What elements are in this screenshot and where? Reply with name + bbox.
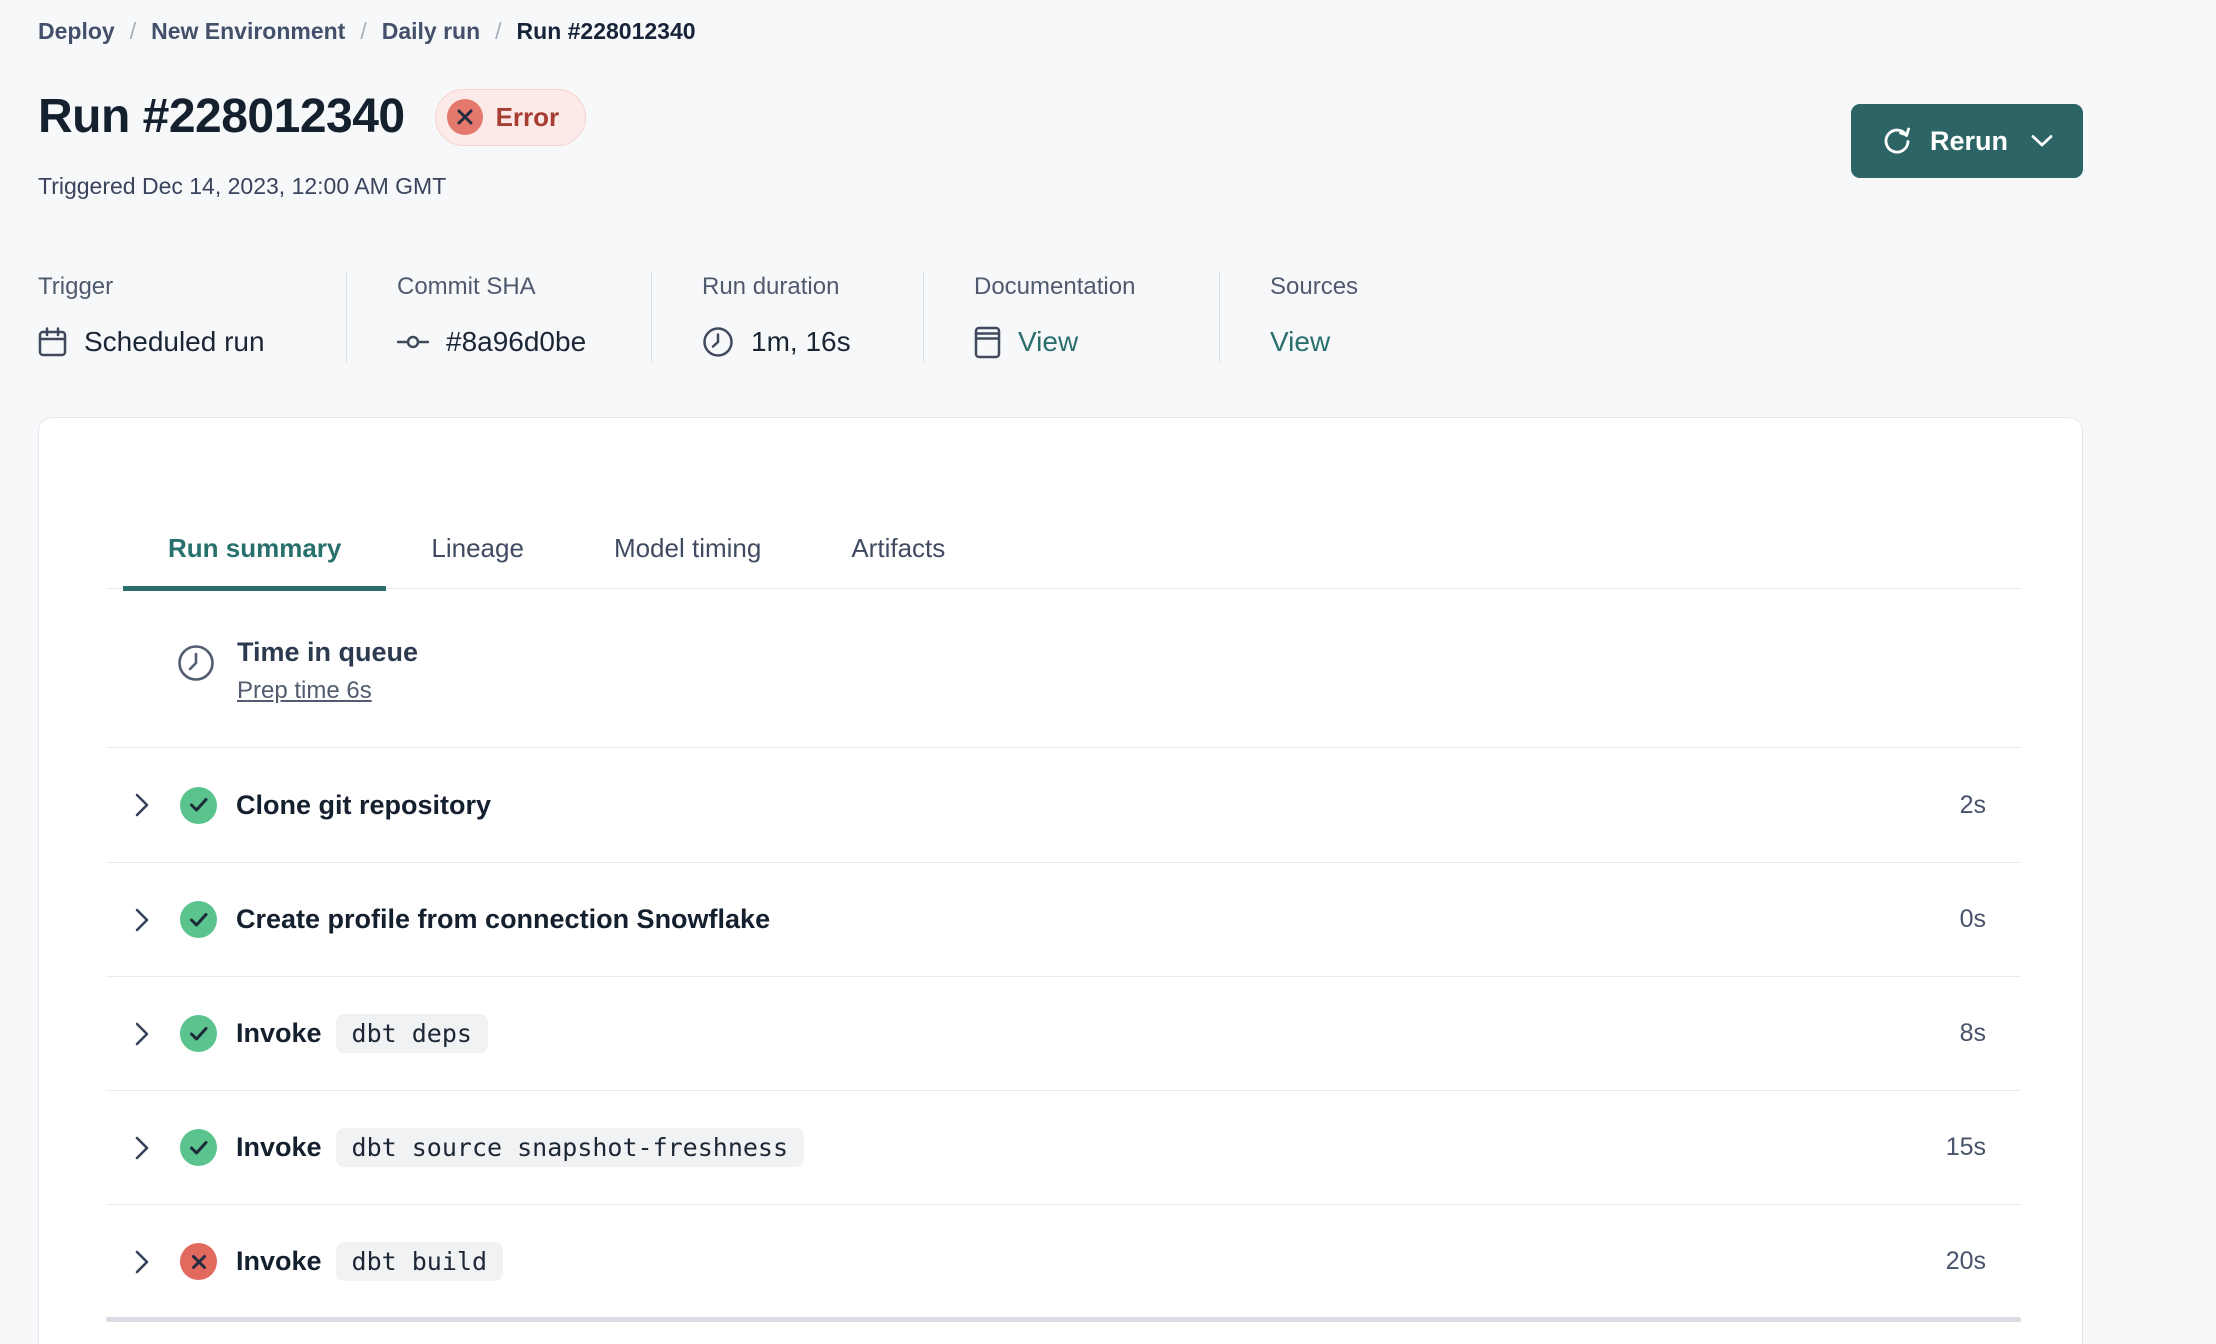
clock-icon bbox=[702, 326, 734, 358]
run-duration-value: 1m, 16s bbox=[751, 326, 851, 357]
commit-icon bbox=[397, 333, 429, 351]
run-detail-page: Deploy / New Environment / Daily run / R… bbox=[0, 0, 2216, 1344]
step-row-create-profile[interactable]: Create profile from connection Snowflake… bbox=[106, 862, 2021, 976]
bottom-divider bbox=[106, 1317, 2021, 1322]
breadcrumb-job[interactable]: Daily run bbox=[382, 16, 480, 46]
refresh-icon bbox=[1881, 125, 1913, 157]
success-check-icon bbox=[180, 786, 217, 824]
success-check-icon bbox=[180, 901, 217, 938]
docs-icon bbox=[974, 326, 1001, 359]
breadcrumb-current-run: Run #228012340 bbox=[516, 18, 696, 44]
meta-commit-sha: Commit SHA #8a96d0be bbox=[346, 272, 651, 362]
chevron-right-icon[interactable] bbox=[134, 1021, 150, 1047]
page-title: Run #228012340 bbox=[38, 90, 405, 143]
step-name: Invoke bbox=[236, 1246, 322, 1276]
step-name: Create profile from connection Snowflake bbox=[236, 904, 771, 934]
step-row-dbt-deps[interactable]: Invoke dbt deps 8s bbox=[106, 976, 2021, 1090]
tab-run-summary[interactable]: Run summary bbox=[123, 508, 387, 591]
step-row-dbt-build[interactable]: Invoke dbt build 20s bbox=[106, 1204, 2021, 1318]
meta-documentation: Documentation View bbox=[923, 272, 1219, 362]
step-duration: 20s bbox=[1945, 1247, 1986, 1275]
meta-run-duration: Run duration 1m, 16s bbox=[651, 272, 923, 362]
trigger-value: Scheduled run bbox=[84, 326, 265, 357]
success-check-icon bbox=[180, 1129, 217, 1166]
breadcrumb-deploy[interactable]: Deploy bbox=[38, 16, 115, 46]
calendar-icon bbox=[38, 326, 67, 358]
breadcrumb-separator: / bbox=[495, 18, 502, 44]
commit-sha-value: #8a96d0be bbox=[446, 326, 587, 357]
time-in-queue-section: Time in queue Prep time 6s bbox=[106, 589, 2021, 748]
step-name: Invoke bbox=[236, 1018, 322, 1048]
step-list: Clone git repository 2s Create profile f… bbox=[106, 748, 2021, 1322]
meta-label: Documentation bbox=[974, 273, 1136, 300]
command-chip: dbt source snapshot-freshness bbox=[335, 1128, 805, 1167]
step-duration: 2s bbox=[1959, 790, 1986, 819]
meta-label: Commit SHA bbox=[397, 273, 536, 300]
clock-icon bbox=[176, 643, 216, 683]
step-row-source-freshness[interactable]: Invoke dbt source snapshot-freshness 15s bbox=[106, 1090, 2021, 1204]
run-meta-strip: Trigger Scheduled run Commit SHA #8a96d0… bbox=[38, 272, 2083, 362]
chevron-down-icon[interactable] bbox=[2031, 134, 2053, 148]
rerun-button-label: Rerun bbox=[1929, 125, 2008, 156]
triggered-timestamp: Triggered Dec 14, 2023, 12:00 AM GMT bbox=[38, 173, 447, 199]
step-row-clone-git[interactable]: Clone git repository 2s bbox=[106, 748, 2021, 862]
meta-label: Sources bbox=[1270, 273, 1359, 300]
success-check-icon bbox=[180, 1015, 217, 1052]
command-chip: dbt deps bbox=[335, 1014, 488, 1053]
command-chip: dbt build bbox=[335, 1242, 504, 1281]
step-name: Clone git repository bbox=[236, 789, 492, 820]
chevron-right-icon[interactable] bbox=[134, 792, 150, 818]
chevron-right-icon[interactable] bbox=[134, 907, 150, 933]
error-x-icon bbox=[446, 99, 483, 135]
title-row: Run #228012340 Error bbox=[38, 86, 2083, 148]
chevron-right-icon[interactable] bbox=[134, 1249, 150, 1275]
step-name: Invoke bbox=[236, 1132, 322, 1162]
meta-trigger: Trigger Scheduled run bbox=[38, 272, 346, 362]
meta-sources: Sources View bbox=[1219, 272, 1378, 362]
rerun-button[interactable]: Rerun bbox=[1850, 104, 2083, 178]
status-badge: Error bbox=[434, 88, 587, 146]
step-duration: 8s bbox=[1959, 1019, 1986, 1047]
run-summary-card: Run summary Lineage Model timing Artifac… bbox=[38, 417, 2083, 1344]
step-duration: 0s bbox=[1959, 905, 1986, 933]
tab-model-timing[interactable]: Model timing bbox=[569, 508, 806, 588]
breadcrumb-separator: / bbox=[129, 18, 137, 44]
queue-title: Time in queue bbox=[237, 637, 419, 667]
chevron-right-icon[interactable] bbox=[134, 1135, 150, 1161]
breadcrumb: Deploy / New Environment / Daily run / R… bbox=[38, 16, 2083, 46]
tab-artifacts[interactable]: Artifacts bbox=[806, 508, 990, 588]
documentation-view-link[interactable]: View bbox=[1018, 322, 1078, 362]
prep-time-link[interactable]: Prep time 6s bbox=[237, 675, 372, 707]
meta-label: Trigger bbox=[38, 273, 114, 300]
tab-bar: Run summary Lineage Model timing Artifac… bbox=[106, 508, 2021, 591]
step-duration: 15s bbox=[1945, 1133, 1986, 1161]
error-x-icon bbox=[180, 1243, 217, 1280]
status-badge-label: Error bbox=[495, 101, 560, 132]
breadcrumb-environment[interactable]: New Environment bbox=[151, 16, 345, 46]
breadcrumb-separator: / bbox=[360, 18, 367, 44]
meta-label: Run duration bbox=[702, 273, 840, 300]
tab-lineage[interactable]: Lineage bbox=[386, 508, 569, 588]
sources-view-link[interactable]: View bbox=[1270, 322, 1330, 362]
